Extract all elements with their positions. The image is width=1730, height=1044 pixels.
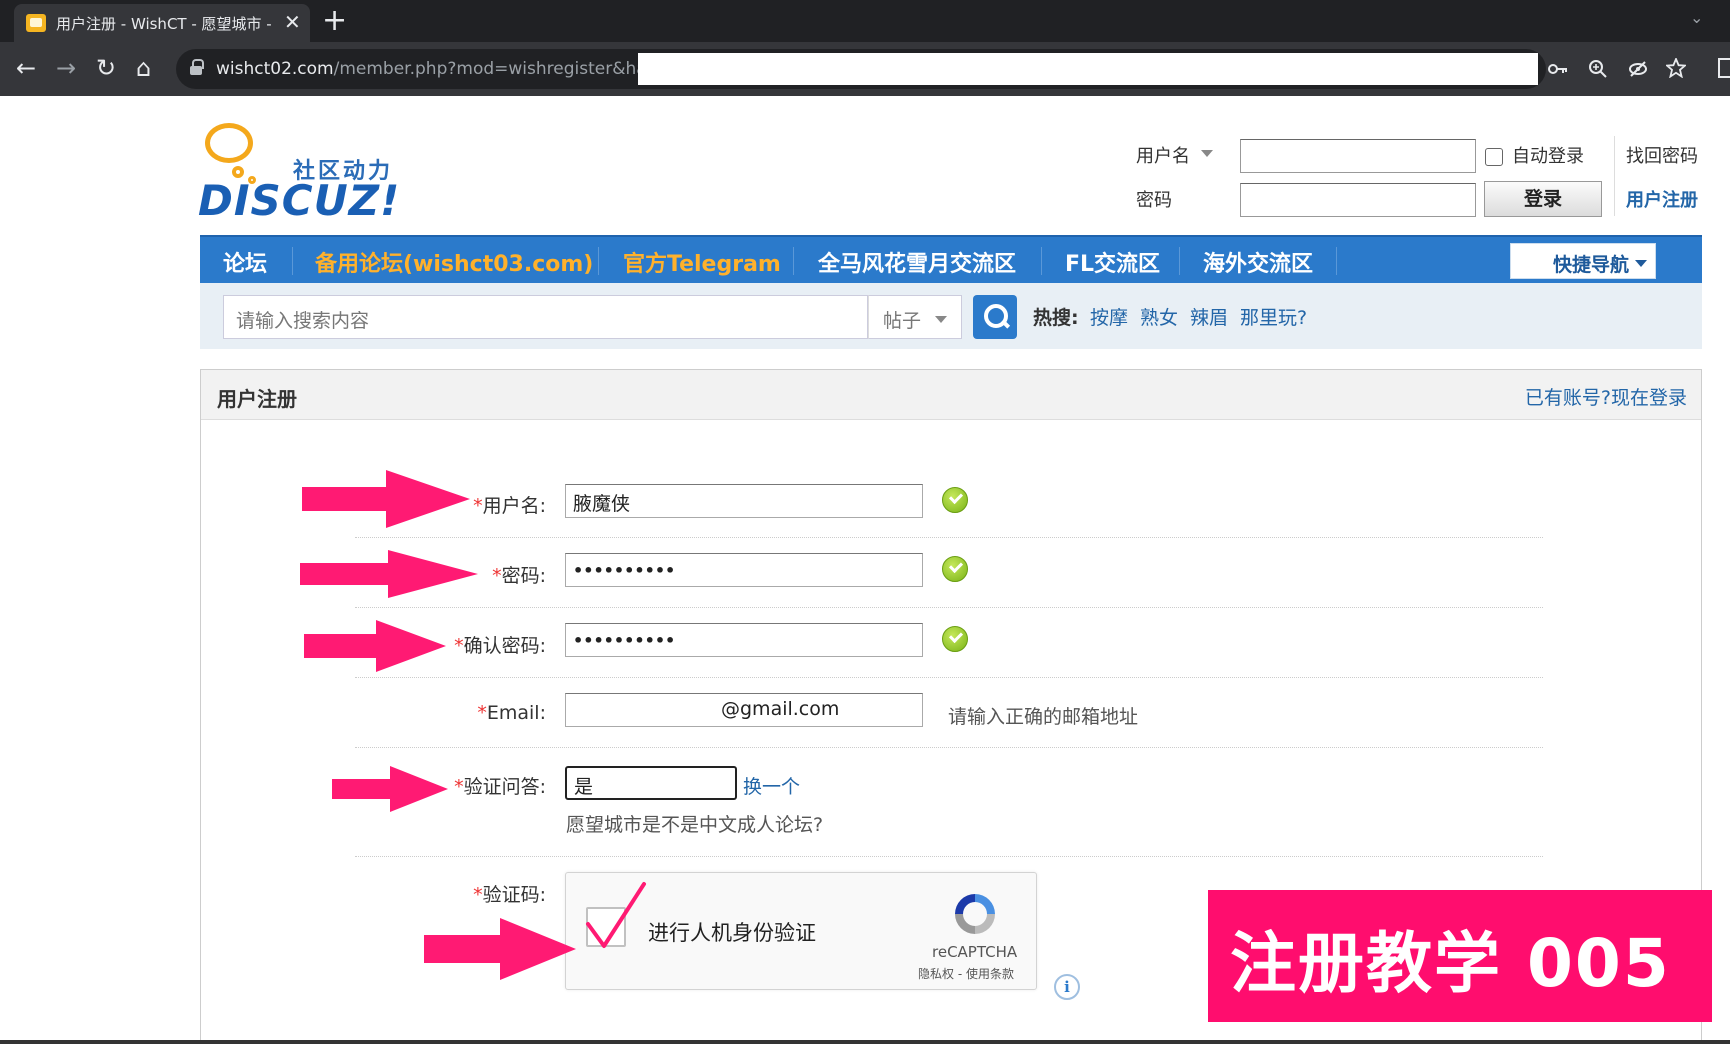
side-panel-icon[interactable]: [1718, 58, 1730, 78]
nav-divider: [1041, 247, 1042, 275]
browser-toolbar: ← → ↻ ⌂ wishct02.com/member.php?mod=wish…: [0, 42, 1730, 96]
arrow-right-icon: [424, 918, 576, 980]
tab-close-icon[interactable]: ✕: [284, 10, 301, 34]
nav-item-telegram[interactable]: 官方Telegram: [623, 246, 781, 278]
lock-icon[interactable]: [190, 59, 204, 75]
login-username-input[interactable]: [1240, 139, 1476, 173]
forward-icon[interactable]: →: [56, 54, 76, 82]
register-link[interactable]: 用户注册: [1626, 186, 1698, 212]
email-label: *Email:: [477, 702, 546, 724]
chevron-down-icon: [1635, 260, 1647, 267]
divider: [355, 537, 1543, 538]
password-field[interactable]: ••••••••••: [565, 553, 923, 587]
nav-divider: [292, 247, 293, 275]
change-question-link[interactable]: 换一个: [743, 772, 800, 799]
question-text: 愿望城市是不是中文成人论坛?: [566, 814, 824, 836]
redacted-region: [638, 53, 1538, 85]
chevron-down-icon[interactable]: [1201, 150, 1213, 157]
register-header: 用户注册 已有账号?现在登录: [201, 370, 1701, 420]
recaptcha-brand: reCAPTCHA: [932, 943, 1018, 961]
quick-nav-button[interactable]: 快捷导航: [1510, 243, 1656, 279]
question-answer-field[interactable]: 是: [565, 766, 737, 800]
email-hint: 请输入正确的邮箱地址: [948, 706, 1139, 728]
login-button[interactable]: 登录: [1484, 181, 1602, 217]
tab-search-icon[interactable]: ⌄: [1690, 8, 1703, 27]
captcha-label: *验证码:: [473, 884, 546, 906]
divider: [355, 607, 1543, 608]
quick-nav-label: 快捷导航: [1553, 254, 1630, 276]
home-icon[interactable]: ⌂: [136, 54, 151, 82]
key-icon[interactable]: [1548, 61, 1568, 77]
favicon-icon: [26, 14, 46, 32]
confirm-password-field[interactable]: ••••••••••: [565, 623, 923, 657]
hot-link[interactable]: 按摩: [1090, 303, 1128, 330]
recaptcha-terms-link[interactable]: 隐私权 - 使用条款: [918, 965, 1014, 982]
nav-item-forum[interactable]: 论坛: [223, 246, 267, 278]
search-input[interactable]: 请输入搜索内容: [223, 295, 868, 339]
login-password-label: 密码: [1136, 190, 1172, 211]
recaptcha-label: 进行人机身份验证: [648, 921, 816, 945]
search-type-value: 帖子: [883, 310, 922, 332]
tab-title: 用户注册 - WishCT - 愿望城市 - P: [56, 15, 276, 33]
auto-login-label: 自动登录: [1512, 146, 1584, 167]
tracking-off-icon[interactable]: [1628, 59, 1648, 79]
recaptcha-logo-icon: [955, 894, 995, 934]
divider: [355, 856, 1543, 857]
hot-link[interactable]: 辣眉: [1190, 303, 1228, 330]
nav-item-overseas[interactable]: 海外交流区: [1203, 246, 1313, 278]
url-text: wishct02.com/member.php?mod=wishregister…: [216, 59, 681, 79]
new-tab-button[interactable]: +: [322, 4, 347, 38]
back-icon[interactable]: ←: [16, 54, 36, 82]
search-placeholder: 请输入搜索内容: [236, 310, 370, 332]
chevron-down-icon: [935, 316, 947, 323]
hot-search-label: 热搜:: [1033, 307, 1079, 329]
main-nav: 论坛 备用论坛(wishct03.com) 官方Telegram 全马风花雪月交…: [200, 235, 1702, 283]
hand-checkmark-icon: [586, 882, 646, 948]
arrow-right-icon: [304, 620, 446, 672]
login-password-input[interactable]: [1240, 183, 1476, 217]
hot-link[interactable]: 熟女: [1140, 303, 1178, 330]
nav-divider: [1336, 247, 1337, 275]
browser-tab[interactable]: 用户注册 - WishCT - 愿望城市 - P ✕: [14, 4, 310, 42]
banner-text: 注册教学 005: [1230, 925, 1671, 1002]
nav-item-fl[interactable]: FL交流区: [1065, 246, 1160, 278]
auto-login-checkbox[interactable]: [1485, 148, 1503, 166]
reload-icon[interactable]: ↻: [96, 54, 116, 82]
check-ok-icon: [942, 626, 968, 652]
page-title: 用户注册: [217, 387, 297, 411]
login-now-link[interactable]: 已有账号?现在登录: [1525, 383, 1687, 410]
check-ok-icon: [942, 556, 968, 582]
browser-tabbar: 用户注册 - WishCT - 愿望城市 - P ✕ + ⌄: [0, 0, 1730, 42]
divider: [355, 677, 1543, 678]
nav-divider: [793, 247, 794, 275]
nav-divider: [598, 247, 599, 275]
email-field[interactable]: @gmail.com: [565, 693, 923, 727]
logo-brand: DISCUZ!: [198, 176, 401, 225]
find-password-link[interactable]: 找回密码: [1626, 142, 1698, 168]
search-bar: 请输入搜索内容 帖子 热搜: 按摩 熟女 辣眉 那里玩?: [200, 283, 1702, 349]
arrow-right-icon: [300, 550, 478, 598]
arrow-right-icon: [302, 470, 470, 528]
nav-divider: [1179, 247, 1180, 275]
search-icon[interactable]: [973, 295, 1017, 339]
divider: [1614, 136, 1615, 216]
divider: [355, 747, 1543, 748]
taskbar-edge: [0, 1040, 1730, 1044]
hot-link[interactable]: 那里玩?: [1240, 303, 1307, 330]
bookmark-star-icon[interactable]: [1666, 58, 1686, 78]
zoom-icon[interactable]: [1588, 59, 1608, 79]
nav-item-backup-forum[interactable]: 备用论坛(wishct03.com): [315, 246, 593, 278]
username-field[interactable]: 腋魔侠: [565, 484, 923, 518]
tutorial-banner: 注册教学 005: [1208, 890, 1712, 1022]
logo-bubble-icon: [205, 123, 253, 163]
arrow-right-icon: [332, 766, 448, 812]
address-bar[interactable]: wishct02.com/member.php?mod=wishregister…: [176, 49, 1686, 89]
login-username-label: 用户名: [1136, 146, 1190, 167]
nav-item-malaysia[interactable]: 全马风花雪月交流区: [818, 246, 1016, 278]
info-icon[interactable]: i: [1054, 974, 1080, 1000]
check-ok-icon: [942, 487, 968, 513]
search-type-select[interactable]: 帖子: [868, 295, 962, 339]
